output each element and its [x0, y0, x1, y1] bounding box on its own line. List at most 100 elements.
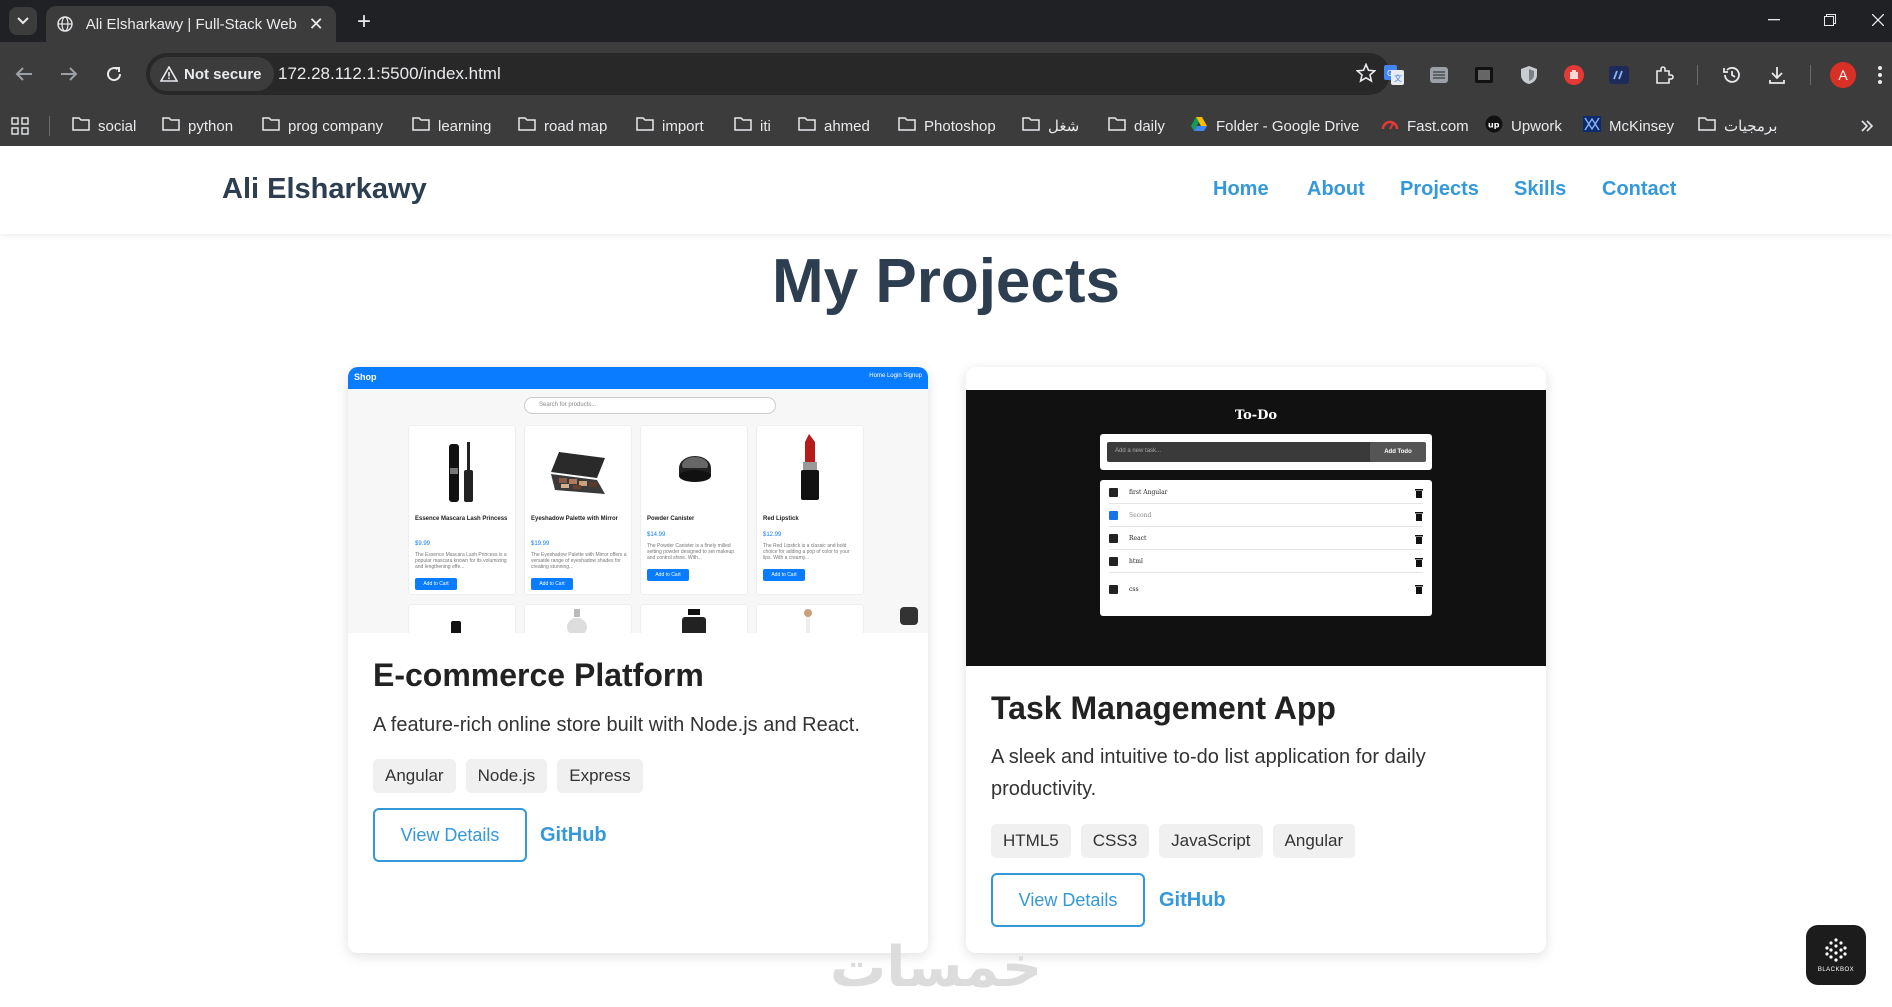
bookmark-label: Fast.com [1407, 117, 1469, 135]
history-icon[interactable] [1718, 61, 1746, 89]
svg-text:文: 文 [1394, 73, 1402, 83]
folder-icon [734, 116, 752, 136]
nav-about[interactable]: About [1307, 178, 1365, 201]
bookmark-label: iti [760, 117, 771, 135]
folder-icon [1698, 116, 1716, 136]
chevron-more-icon[interactable] [1860, 114, 1874, 138]
globe-icon [56, 15, 74, 33]
folder-icon [412, 116, 430, 136]
checkbox-icon [1109, 534, 1118, 543]
back-button[interactable] [8, 58, 40, 90]
github-link[interactable]: GitHub [1159, 889, 1226, 912]
nav-contact[interactable]: Contact [1602, 178, 1676, 201]
security-indicator[interactable]: Not secure [150, 57, 274, 91]
add-to-cart-button: Add to Cart [763, 569, 805, 581]
tech-tag: Angular [1272, 824, 1356, 858]
folder-icon [72, 116, 90, 136]
folder-icon [898, 116, 916, 136]
bookmark-item[interactable]: McKinsey [1583, 114, 1674, 138]
shop-brand: Shop [354, 372, 377, 382]
minimize-button[interactable] [1754, 6, 1794, 34]
trash-icon [1415, 488, 1423, 498]
nav-projects[interactable]: Projects [1400, 178, 1479, 201]
bookmark-item[interactable]: python [162, 114, 233, 138]
tech-tag: HTML5 [991, 824, 1071, 858]
product-name: Eyeshadow Palette with Mirror [531, 516, 619, 522]
trash-icon [1415, 511, 1423, 521]
bookmarks-bar: social python prog company learning road map… [0, 106, 1892, 146]
bookmark-item[interactable]: Photoshop [898, 114, 996, 138]
shield-icon[interactable] [1515, 61, 1543, 89]
extension-grid-icon[interactable] [1425, 61, 1453, 89]
restore-button[interactable] [1810, 6, 1850, 34]
restore-icon [1824, 14, 1836, 26]
bookmark-label: prog company [288, 117, 384, 135]
folder-icon [518, 116, 536, 136]
product-name: Red Lipstick [763, 516, 799, 522]
site-logo[interactable]: Ali Elsharkawy [222, 173, 427, 206]
shop-search: Search for products... [524, 397, 776, 414]
tab-strip: Ali Elsharkawy | Full-Stack Web ✕ + [0, 0, 1892, 42]
url-text[interactable]: 172.28.112.1:5500/index.html [278, 64, 501, 84]
view-details-button[interactable]: View Details [991, 873, 1145, 927]
checkbox-icon [1109, 584, 1118, 594]
view-details-button[interactable]: View Details [373, 808, 527, 862]
forward-button[interactable] [53, 58, 85, 90]
svg-text:up: up [1488, 121, 1500, 130]
bookmark-item[interactable]: learning [412, 114, 491, 138]
bookmark-item[interactable]: Fast.com [1381, 114, 1469, 138]
bookmark-item[interactable]: Folder - Google Drive [1190, 114, 1359, 138]
tech-tag: Angular [373, 759, 456, 793]
bookmark-item[interactable]: iti [734, 114, 771, 138]
reload-button[interactable] [98, 58, 130, 90]
bookmark-label: برمجيات [1724, 118, 1778, 135]
product-card: Red Lipstick $12.99 The Red Lipstick is … [756, 425, 864, 595]
bookmark-item[interactable]: prog company [262, 114, 383, 138]
folder-icon [798, 116, 816, 136]
eyeshadow-palette-image [551, 452, 605, 494]
address-bar[interactable]: Not secure 172.28.112.1:5500/index.html [146, 53, 1390, 95]
bookmark-item[interactable]: شغل [1022, 114, 1079, 138]
tab-search-button[interactable] [9, 7, 37, 35]
checkbox-icon [1109, 488, 1118, 497]
active-tab[interactable]: Ali Elsharkawy | Full-Stack Web ✕ [46, 6, 336, 42]
bookmark-star-icon[interactable] [1355, 62, 1377, 88]
github-link[interactable]: GitHub [540, 824, 607, 847]
nav-home[interactable]: Home [1213, 178, 1269, 201]
bookmark-item[interactable]: up Upwork [1485, 114, 1562, 138]
extensions-puzzle-icon[interactable] [1650, 61, 1678, 89]
close-tab-icon[interactable]: ✕ [306, 14, 326, 35]
apps-grid-icon[interactable] [10, 114, 30, 138]
writing-assistant-icon[interactable] [1605, 61, 1633, 89]
product-description: The Essence Mascara Lash Princess is a p… [415, 552, 507, 570]
close-icon [1872, 14, 1884, 26]
bookmark-item[interactable]: import [636, 114, 704, 138]
nav-skills[interactable]: Skills [1514, 178, 1566, 201]
bookmark-label: python [188, 117, 234, 135]
more-menu-icon[interactable] [1866, 61, 1892, 89]
project-description: A sleek and intuitive to-do list applica… [991, 746, 1426, 800]
trash-icon [1415, 534, 1423, 544]
download-icon[interactable] [1763, 61, 1791, 89]
new-tab-button[interactable]: + [350, 8, 378, 36]
bookmark-item[interactable]: برمجيات [1698, 114, 1777, 138]
ecommerce-preview-image: Shop Home Login Signup Search for produc… [348, 367, 928, 633]
product-description: The Red Lipstick is a classic and bold c… [763, 543, 850, 561]
bookmark-item[interactable]: ahmed [798, 114, 870, 138]
mckinsey-icon [1583, 116, 1601, 136]
bookmark-item[interactable]: social [72, 114, 136, 138]
close-window-button[interactable] [1858, 6, 1892, 34]
toolbar-divider [1697, 65, 1698, 85]
tech-tag: CSS3 [1080, 824, 1150, 858]
blackbox-widget-button[interactable]: BLACKBOX [1806, 925, 1866, 985]
google-translate-icon[interactable]: G文 [1380, 61, 1408, 89]
todo-text: css [1129, 585, 1139, 593]
bookmark-label: شغل [1048, 118, 1080, 135]
watermark-logo: خمسات [830, 935, 1043, 1000]
screen-capture-icon[interactable] [1470, 61, 1498, 89]
bookmark-item[interactable]: daily [1108, 114, 1165, 138]
bookmark-item[interactable]: road map [518, 114, 607, 138]
profile-avatar[interactable]: A [1830, 62, 1856, 88]
stop-hand-icon[interactable] [1560, 61, 1588, 89]
todo-preview-image: To-Do Add a new task... Add Todo first A… [966, 390, 1546, 666]
